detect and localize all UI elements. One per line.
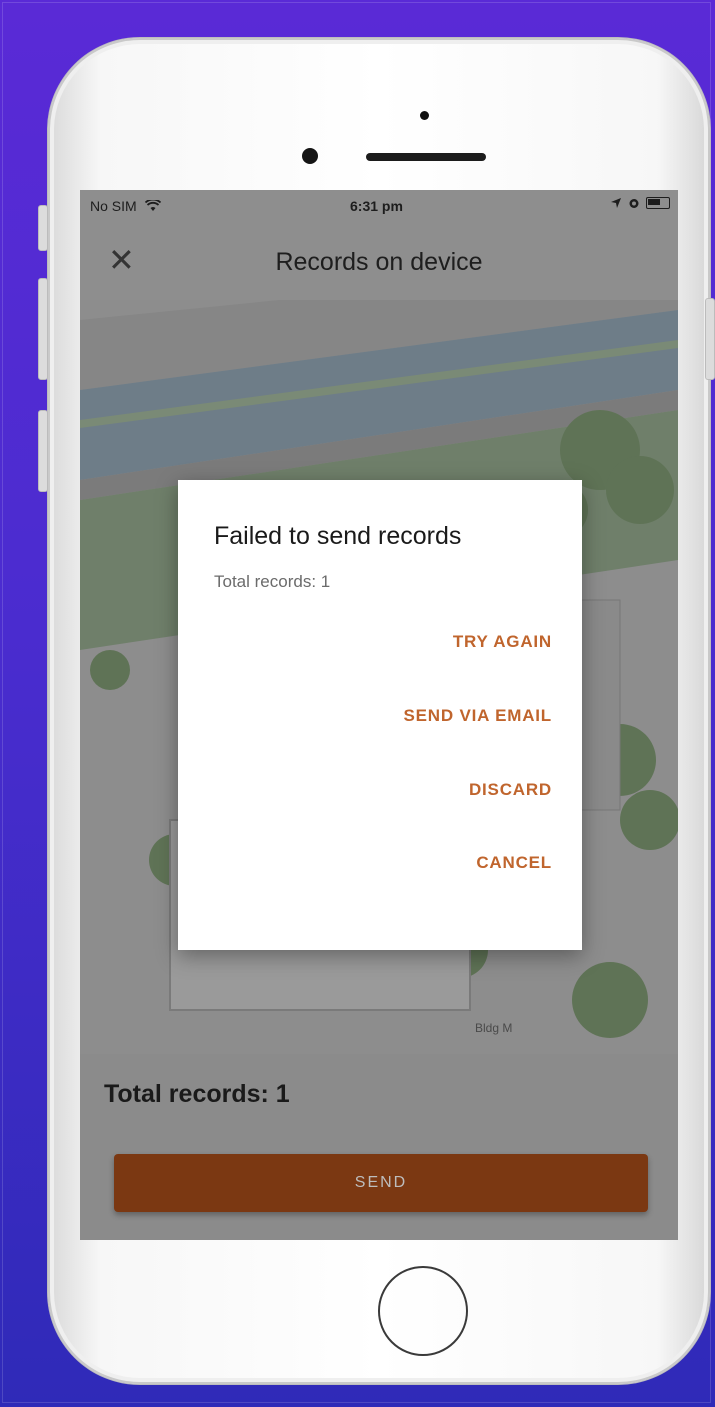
- failed-send-dialog: Failed to send records Total records: 1 …: [178, 480, 582, 950]
- proximity-sensor: [420, 111, 429, 120]
- phone-screen: No SIM 6:31 pm ✕ Records on device Bldg …: [80, 190, 678, 1240]
- discard-button[interactable]: DISCARD: [469, 780, 552, 800]
- dialog-message: Total records: 1: [214, 572, 331, 591]
- power-button[interactable]: [705, 298, 715, 380]
- volume-down-button[interactable]: [38, 410, 48, 492]
- try-again-button[interactable]: TRY AGAIN: [453, 632, 552, 652]
- earpiece-speaker: [366, 153, 486, 161]
- cancel-button[interactable]: CANCEL: [476, 853, 552, 873]
- send-via-email-button[interactable]: SEND VIA EMAIL: [404, 706, 552, 726]
- home-button[interactable]: [378, 1266, 468, 1356]
- mute-switch[interactable]: [38, 205, 48, 251]
- front-camera: [302, 148, 318, 164]
- volume-up-button[interactable]: [38, 278, 48, 380]
- dialog-title: Failed to send records: [214, 522, 462, 550]
